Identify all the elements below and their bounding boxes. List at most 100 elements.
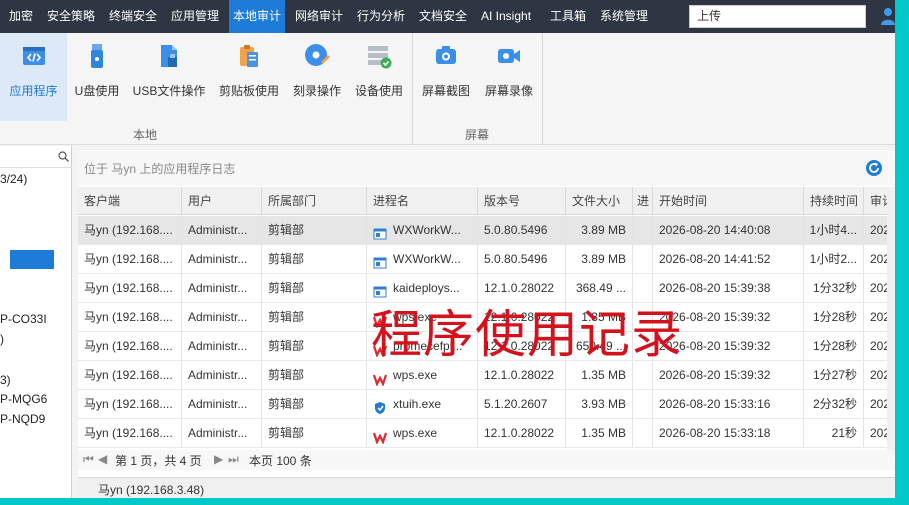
app-window-icon: [373, 223, 387, 240]
table-row[interactable]: 马yn (192.168.... Administr... 剪辑部 wps.exe 12…: [78, 419, 895, 448]
log-panel-title: 位于 马yn 上的应用程序日志: [84, 162, 236, 176]
cell-process: WXWorkW...: [367, 216, 478, 244]
menu-item-ai-insight[interactable]: AI Insight: [481, 0, 531, 33]
disc-burn-icon: [305, 44, 330, 66]
column-header-start-time[interactable]: 开始时间: [653, 187, 804, 214]
tree-node[interactable]: ): [0, 332, 4, 346]
cell-department: 剪辑部: [262, 361, 367, 389]
cell-duration: 1分28秒: [804, 332, 864, 360]
cell-start-time: 2026-08-20 14:41:52: [653, 245, 804, 273]
cell-duration: 1小时2...: [804, 245, 864, 273]
last-page-icon[interactable]: ⏭: [228, 452, 239, 467]
cell-client: 马yn (192.168....: [78, 332, 182, 360]
cell-client: 马yn (192.168....: [78, 390, 182, 418]
cell-user: Administr...: [182, 274, 262, 302]
column-header-version[interactable]: 版本号: [478, 187, 566, 214]
cell-file-size: 3.93 MB: [566, 390, 633, 418]
ribbon-button-screenshot[interactable]: 屏幕截图: [416, 33, 476, 121]
cell-user: Administr...: [182, 216, 262, 244]
tree-search-input[interactable]: [0, 146, 72, 168]
menu-item-security-policy[interactable]: 安全策略: [47, 0, 95, 33]
cell-start-time: 2026-08-20 15:33:18: [653, 419, 804, 447]
first-page-icon[interactable]: ⏮: [83, 452, 94, 467]
tree-node[interactable]: P-CO33I: [0, 312, 47, 326]
table-row[interactable]: 马yn (192.168.... Administr... 剪辑部 WXWorkW..…: [78, 245, 895, 274]
cell-department: 剪辑部: [262, 303, 367, 331]
cell-department: 剪辑部: [262, 390, 367, 418]
tree-node[interactable]: 3): [0, 373, 11, 387]
cell-user: Administr...: [182, 245, 262, 273]
cell-user: Administr...: [182, 390, 262, 418]
tree-node-selected[interactable]: [10, 250, 54, 269]
column-header-duration[interactable]: 持续时间: [804, 187, 864, 214]
ribbon-button-screen-recording[interactable]: 屏幕录像: [478, 33, 540, 121]
tree-node-count[interactable]: 3/24): [0, 172, 27, 186]
column-header-client[interactable]: 客户端: [78, 187, 182, 214]
menu-item-local-audit[interactable]: 本地审计: [229, 0, 286, 33]
column-header-truncated[interactable]: 进: [633, 187, 653, 214]
process-name: wps.exe: [393, 426, 438, 440]
ribbon-label-screenshot: 屏幕截图: [421, 84, 470, 98]
ribbon-label-device-usage: 设备使用: [354, 84, 403, 98]
cell-version: 5.0.80.5496: [478, 245, 566, 273]
cell-department: 剪辑部: [262, 332, 367, 360]
cell-start-time: 2026-08-20 15:33:16: [653, 390, 804, 418]
per-page-indicator: 本页 100 条: [249, 454, 312, 468]
shield-app-icon: [373, 397, 387, 414]
table-row[interactable]: 马yn (192.168.... Administr... 剪辑部 WXWorkW..…: [78, 216, 895, 245]
ribbon-button-device-usage[interactable]: 设备使用: [350, 33, 408, 121]
video-camera-icon: [498, 49, 520, 63]
menu-item-system-management[interactable]: 系统管理: [600, 0, 648, 33]
cell-version: 12.1.0.28022: [478, 419, 566, 447]
menu-item-network-audit[interactable]: 网络审计: [295, 0, 343, 33]
cell-file-size: 1.35 MB: [566, 419, 633, 447]
column-header-user[interactable]: 用户: [182, 187, 262, 214]
column-header-file-size[interactable]: 文件大小: [566, 187, 633, 214]
search-input[interactable]: 上传: [689, 5, 866, 28]
cell-duration: 2分32秒: [804, 390, 864, 418]
left-tree-panel: 3/24) P-CO33I ) 3) P-MQG6 P-NQD9: [0, 146, 72, 498]
ribbon-button-applications[interactable]: 应用程序: [0, 33, 67, 121]
cell-client: 马yn (192.168....: [78, 216, 182, 244]
cell-department: 剪辑部: [262, 216, 367, 244]
menu-item-encrypt[interactable]: 加密: [9, 0, 33, 33]
ribbon-button-clipboard[interactable]: 剪贴板使用: [214, 33, 284, 121]
column-header-department[interactable]: 所属部门: [262, 187, 367, 214]
column-header-process[interactable]: 进程名: [367, 187, 478, 214]
vertical-scrollbar[interactable]: [887, 187, 895, 450]
menu-item-toolbox[interactable]: 工具箱: [550, 0, 586, 33]
user-icon[interactable]: [881, 7, 895, 25]
cell-truncated: [633, 216, 653, 244]
process-name: xtuih.exe: [393, 397, 442, 411]
ribbon-group-local: 本地: [133, 128, 158, 142]
cell-client: 马yn (192.168....: [78, 361, 182, 389]
wps-icon: [372, 426, 388, 445]
tree-node[interactable]: P-NQD9: [0, 412, 45, 426]
menu-item-app-management[interactable]: 应用管理: [171, 0, 219, 33]
table-row[interactable]: 马yn (192.168.... Administr... 剪辑部 xtuih.exe…: [78, 390, 895, 419]
cell-truncated: [633, 419, 653, 447]
cell-client: 马yn (192.168....: [78, 419, 182, 447]
menu-item-document-security[interactable]: 文档安全: [419, 0, 467, 33]
process-name: WXWorkW...: [393, 223, 461, 237]
prev-page-icon[interactable]: ◀: [98, 452, 107, 466]
ribbon-button-usb-file-ops[interactable]: USB文件操作: [128, 33, 210, 121]
ribbon-button-usb-usage[interactable]: U盘使用: [67, 33, 127, 121]
tree-node[interactable]: P-MQG6: [0, 392, 47, 406]
cell-department: 剪辑部: [262, 245, 367, 273]
cell-version: 5.0.80.5496: [478, 216, 566, 244]
overlay-caption: 程序使用记录: [371, 306, 684, 365]
cell-duration: 21秒: [804, 419, 864, 447]
cell-duration: 1小时4...: [804, 216, 864, 244]
search-icon[interactable]: [58, 151, 69, 162]
menu-item-endpoint-security[interactable]: 终端安全: [109, 0, 157, 33]
ribbon-button-burn[interactable]: 刻录操作: [287, 33, 347, 121]
refresh-icon[interactable]: [865, 159, 883, 177]
camera-icon: [436, 46, 456, 64]
next-page-icon[interactable]: ▶: [214, 452, 223, 466]
ribbon-toolbar: 应用程序 U盘使用 USB文件操作 剪贴板使用 刻录操作 设备使用 屏幕截图 屏…: [0, 33, 895, 145]
cell-user: Administr...: [182, 332, 262, 360]
cell-client: 马yn (192.168....: [78, 274, 182, 302]
menu-item-behavior-analysis[interactable]: 行为分析: [357, 0, 405, 33]
ribbon-label-usb-file-ops: USB文件操作: [132, 84, 206, 98]
